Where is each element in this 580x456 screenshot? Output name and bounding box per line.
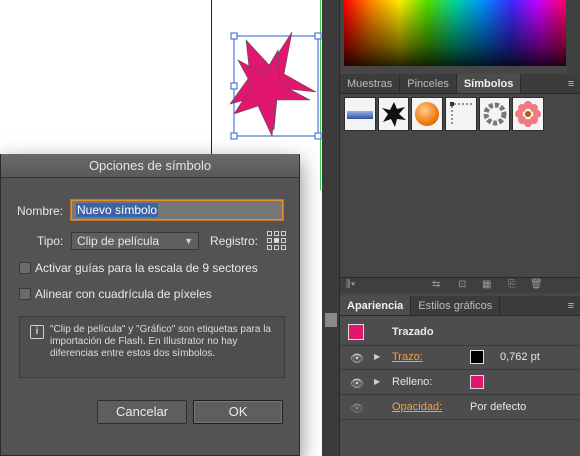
- panel-menu-icon[interactable]: ≡: [562, 74, 580, 93]
- object-thumbnail: [348, 324, 364, 340]
- expand-triangle-icon[interactable]: ▶: [374, 377, 380, 386]
- appearance-object-type: Trazado: [392, 326, 434, 338]
- tab-simbolos[interactable]: Símbolos: [456, 74, 522, 93]
- symbol-name-input[interactable]: Nuevo símbolo: [71, 200, 283, 220]
- selection-handle[interactable]: [230, 132, 238, 140]
- tab-estilos-graficos[interactable]: Estilos gráficos: [411, 296, 501, 315]
- chevron-down-icon: ▼: [184, 236, 193, 246]
- registration-point[interactable]: [281, 231, 286, 236]
- selection-handle[interactable]: [314, 32, 322, 40]
- symbol-blue-bar[interactable]: [344, 97, 376, 131]
- fill-swatch[interactable]: [470, 375, 484, 389]
- opacity-value: Por defecto: [470, 401, 527, 413]
- registration-point[interactable]: [281, 245, 286, 250]
- expand-triangle-icon[interactable]: ▶: [374, 352, 380, 361]
- symbol-flower[interactable]: [512, 97, 545, 131]
- name-label: Nombre:: [17, 204, 64, 218]
- symbols-panel-tabs: Muestras Pinceles Símbolos ≡: [340, 74, 580, 94]
- registration-point[interactable]: [267, 231, 272, 236]
- symbol-type-select[interactable]: Clip de película ▼: [71, 232, 199, 250]
- registration-point-grid[interactable]: [267, 231, 286, 250]
- info-text: "Clip de película" y "Gráfico" son etiqu…: [50, 324, 271, 359]
- dock-grip-icon[interactable]: [325, 313, 337, 327]
- tab-apariencia[interactable]: Apariencia: [340, 296, 412, 315]
- registration-point[interactable]: [267, 238, 272, 243]
- info-icon: i: [30, 325, 44, 339]
- cancel-button[interactable]: Cancelar: [97, 400, 187, 424]
- checkbox-pixel-grid-label[interactable]: Alinear con cuadrícula de píxeles: [35, 287, 212, 301]
- color-panel-side: [566, 0, 580, 74]
- visibility-eye-icon[interactable]: 👁: [350, 377, 364, 390]
- color-spectrum-ramp[interactable]: [344, 0, 566, 66]
- info-box: i "Clip de película" y "Gráfico" son eti…: [19, 316, 285, 378]
- appearance-header-row: Trazado: [340, 318, 580, 346]
- selection-handle[interactable]: [230, 32, 238, 40]
- symbols-list: [344, 97, 545, 133]
- panel-menu-icon[interactable]: ≡: [562, 296, 580, 315]
- appearance-stroke-row[interactable]: 👁 ▶ Trazo: 0,762 pt: [340, 346, 580, 370]
- appearance-panel: Trazado 👁 ▶ Trazo: 0,762 pt 👁 ▶ Relleno:…: [340, 316, 580, 456]
- symbol-options-icon[interactable]: ▦: [482, 279, 491, 290]
- registration-point[interactable]: [274, 231, 279, 236]
- fill-label: Relleno:: [392, 376, 433, 388]
- tab-pinceles[interactable]: Pinceles: [400, 74, 457, 93]
- visibility-eye-icon[interactable]: 👁: [350, 352, 364, 365]
- appearance-panel-tabs: Apariencia Estilos gráficos ≡: [340, 296, 580, 316]
- symbols-panel-footer: ⫼▾ ⇆ ⊡ ▦ ⎘ 🗑: [340, 277, 580, 293]
- stroke-weight[interactable]: 0,762 pt: [500, 351, 540, 363]
- dock-collapse-strip[interactable]: [322, 0, 340, 456]
- visibility-eye-icon[interactable]: 👁: [350, 402, 364, 415]
- registration-point[interactable]: [274, 245, 279, 250]
- opacity-label[interactable]: Opacidad:: [392, 401, 442, 413]
- symbol-options-dialog: Opciones de símbolo Nombre: Nuevo símbol…: [0, 154, 300, 456]
- dialog-title: Opciones de símbolo: [1, 154, 299, 178]
- stroke-swatch[interactable]: [470, 350, 484, 364]
- checkbox-pixel-grid[interactable]: [19, 288, 31, 300]
- appearance-opacity-row[interactable]: 👁 Opacidad: Por defecto: [340, 396, 580, 420]
- registration-point-selected[interactable]: [274, 238, 279, 243]
- new-symbol-icon[interactable]: ⎘: [508, 279, 516, 290]
- tab-muestras[interactable]: Muestras: [340, 74, 401, 93]
- type-label: Tipo:: [37, 234, 64, 248]
- place-symbol-icon[interactable]: ⇆: [432, 279, 440, 290]
- symbol-ink-splat[interactable]: [377, 97, 410, 131]
- registration-label: Registro:: [210, 234, 259, 248]
- symbol-ring[interactable]: [478, 97, 511, 131]
- stroke-label[interactable]: Trazo:: [392, 351, 423, 363]
- checkbox-9-slice-label[interactable]: Activar guías para la escala de 9 sector…: [35, 261, 258, 275]
- appearance-fill-row[interactable]: 👁 ▶ Relleno:: [340, 371, 580, 395]
- registration-point[interactable]: [281, 238, 286, 243]
- symbol-name-value: Nuevo símbolo: [76, 203, 159, 217]
- symbol-type-value: Clip de película: [77, 234, 160, 248]
- ok-button[interactable]: OK: [193, 400, 283, 424]
- symbol-orange-button[interactable]: [411, 97, 444, 131]
- selection-handle[interactable]: [230, 82, 238, 90]
- symbol-pointer-grid[interactable]: [445, 97, 477, 131]
- checkbox-9-slice[interactable]: [19, 262, 31, 274]
- symbol-library-menu-icon[interactable]: ⫼▾: [346, 279, 355, 290]
- break-link-icon[interactable]: ⊡: [458, 279, 466, 290]
- registration-point[interactable]: [267, 245, 272, 250]
- selection-handle[interactable]: [314, 132, 322, 140]
- delete-symbol-icon[interactable]: 🗑: [530, 279, 543, 290]
- star-artwork[interactable]: [226, 30, 322, 140]
